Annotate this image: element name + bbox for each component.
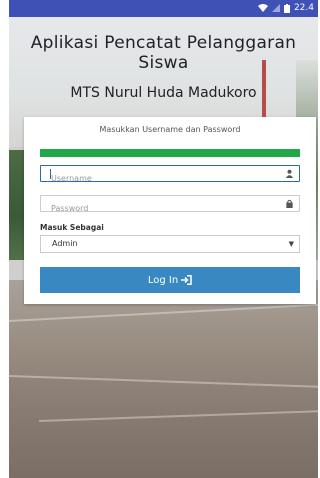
app-screen: 22.4 Aplikasi Pencatat Pelanggaran Siswa…	[9, 0, 318, 478]
login-button-label: Log In	[147, 274, 179, 286]
password-field[interactable]	[40, 195, 300, 216]
signal-icon	[271, 4, 280, 12]
role-label: Masuk Sebagai	[40, 223, 104, 232]
lock-icon	[286, 199, 293, 208]
app-title: Aplikasi Pencatat Pelanggaran Siswa	[30, 33, 297, 73]
role-selected-value: Admin	[52, 239, 78, 248]
login-panel: Masukkan Username dan Password Masuk Seb…	[24, 117, 316, 304]
text-caret	[50, 169, 51, 179]
sign-in-icon	[181, 275, 192, 285]
battery-icon	[283, 3, 290, 13]
school-name: MTS Nurul Huda Madukoro	[70, 85, 257, 101]
wifi-icon	[257, 4, 268, 12]
background-ground	[9, 280, 318, 478]
progress-bar	[40, 149, 300, 157]
role-select[interactable]: Admin ▼	[40, 235, 300, 253]
username-field[interactable]	[40, 165, 300, 186]
password-input[interactable]	[41, 201, 281, 216]
ground-tile-line	[38, 410, 318, 422]
progress-fill	[40, 149, 300, 157]
login-button[interactable]: Log In	[40, 267, 300, 293]
status-time: 22.4	[293, 3, 314, 13]
dropdown-arrow-icon: ▼	[288, 240, 294, 248]
ground-tile-line	[9, 375, 318, 389]
status-bar: 22.4	[9, 0, 318, 17]
user-icon	[285, 169, 294, 178]
ground-tile-line	[9, 303, 318, 322]
login-heading: Masukkan Username dan Password	[99, 125, 241, 134]
username-input[interactable]	[41, 171, 281, 186]
